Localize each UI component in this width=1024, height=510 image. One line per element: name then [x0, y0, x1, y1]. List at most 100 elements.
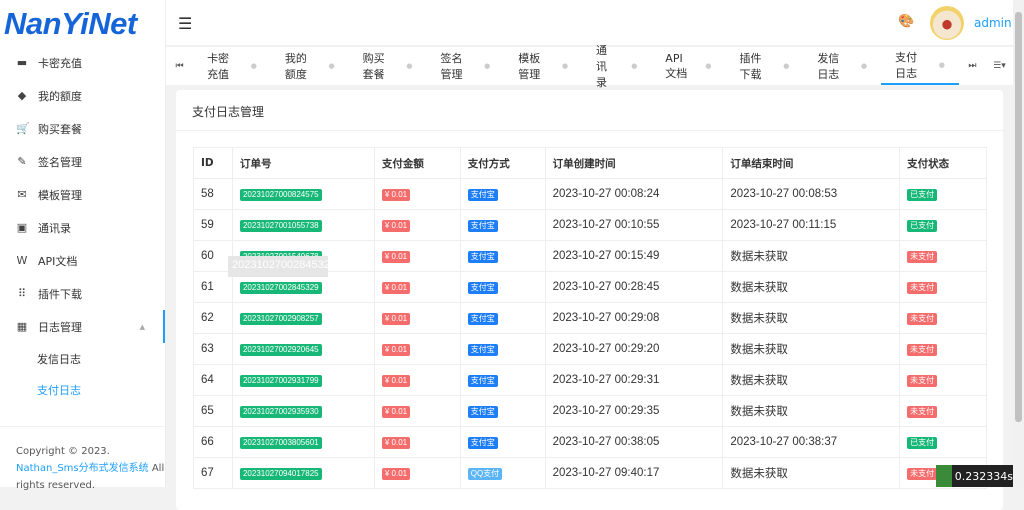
cube-icon: ◆: [17, 89, 27, 102]
ended-time-cell: 2023-10-27 00:38:37: [722, 426, 901, 458]
sidebar-item[interactable]: W API文档: [0, 244, 165, 277]
timer-text: 0.232334s: [954, 469, 1013, 483]
footer-link[interactable]: Nathan_Sms分布式发信系统: [16, 463, 149, 474]
created-time-cell: 2023-10-27 00:29:31: [544, 364, 724, 396]
tab-label: 卡密充值: [207, 52, 230, 81]
tab[interactable]: API文档 ●: [651, 47, 725, 85]
order-number-cell: 20231027003805601: [231, 426, 375, 458]
tab[interactable]: 购买套餐 ●: [349, 47, 427, 85]
close-icon[interactable]: ●: [861, 62, 867, 70]
status-badge: 已支付: [907, 436, 938, 449]
payment-method-badge: 支付宝: [467, 219, 498, 232]
payment-method-badge: 支付宝: [467, 188, 498, 201]
cart-icon: 🛒: [16, 122, 30, 135]
ended-time-cell: 数据未获取: [722, 457, 901, 489]
payment-method-badge: 支付宝: [467, 312, 498, 325]
status-badge: 已支付: [907, 188, 938, 201]
timer-badge: 0.232334s: [936, 465, 1013, 487]
copyright-text: Copyright © 2023.: [16, 446, 110, 457]
order-number: 20231027002845329: [239, 281, 322, 294]
id-cell-cell: 62: [193, 302, 233, 334]
order-number-cell: 20231027002931799: [231, 364, 375, 396]
tabs-menu-icon[interactable]: ☰▾: [986, 61, 1013, 71]
table-row: 58 20231027000824575 ¥ 0.01 支付宝 2023-10-27 0…: [193, 178, 987, 210]
amount-badge: ¥ 0.01: [381, 250, 411, 263]
username: admin: [974, 16, 1012, 30]
tab-label: 插件下载: [739, 52, 762, 81]
amount-badge-cell: ¥ 0.01: [373, 426, 461, 458]
tab[interactable]: 模板管理 ●: [504, 47, 582, 85]
column-header: ID: [193, 147, 233, 179]
tab[interactable]: 支付日志 ●: [881, 47, 959, 85]
close-icon[interactable]: ●: [562, 62, 568, 70]
tab[interactable]: 签名管理 ●: [426, 47, 504, 85]
tab-label: 我的额度: [284, 52, 307, 81]
tabs-prev-icon[interactable]: ⏮: [166, 61, 193, 71]
ended-time-cell: 数据未获取: [722, 271, 901, 303]
status-badge-cell: 未支付: [899, 395, 987, 427]
id-cell-cell: 64: [193, 364, 233, 396]
menu-toggle-icon[interactable]: ☰: [178, 14, 192, 33]
close-icon[interactable]: ●: [329, 62, 335, 70]
amount-badge-cell: ¥ 0.01: [373, 395, 461, 427]
table-row: 59 20231027001055738 ¥ 0.01 支付宝 2023-10-27 0…: [193, 209, 987, 241]
close-icon[interactable]: ●: [705, 62, 711, 70]
sidebar-item[interactable]: 🛒 购买套餐: [0, 112, 165, 145]
payment-method-badge-cell: 支付宝: [459, 209, 546, 241]
header: ☰ 🎨 admin ▾: [166, 0, 1024, 46]
sidebar-item-label: 签名管理: [38, 155, 82, 169]
sidebar-item[interactable]: ▬ 卡密充值: [0, 46, 165, 79]
table-row: 62 20231027002908257 ¥ 0.01 支付宝 2023-10-27 0…: [193, 302, 987, 334]
status-badge: 未支付: [907, 405, 938, 418]
avatar[interactable]: [930, 6, 964, 40]
tab-label: 支付日志: [895, 51, 918, 80]
close-icon[interactable]: ●: [484, 62, 490, 70]
tabs-next-icon[interactable]: ⏭: [959, 61, 986, 71]
tab[interactable]: 通讯录 ●: [582, 44, 651, 89]
amount-badge: ¥ 0.01: [381, 281, 411, 294]
sidebar-item[interactable]: ✉ 模板管理: [0, 178, 165, 211]
payment-log-card: 支付日志管理 ID 订单号 支付金额 支付方式 订单创建时间 订单结束时间 支付状态 58 2…: [176, 90, 1003, 510]
doc-icon: W: [16, 254, 28, 267]
close-icon[interactable]: ●: [406, 62, 412, 70]
ended-time-cell: 数据未获取: [722, 395, 901, 427]
tab[interactable]: 卡密充值 ●: [193, 47, 271, 85]
scrollbar[interactable]: [1013, 0, 1024, 487]
order-number-cell: 20231027001055738: [231, 209, 375, 241]
sidebar-item[interactable]: ⠿ 插件下载: [0, 277, 165, 310]
tab[interactable]: 发信日志 ●: [803, 47, 881, 85]
amount-badge-cell: ¥ 0.01: [373, 333, 461, 365]
payment-log-table: ID 订单号 支付金额 支付方式 订单创建时间 订单结束时间 支付状态 58 20231027…: [193, 147, 987, 489]
tab-label: 签名管理: [440, 52, 463, 81]
logo[interactable]: NanYiNet: [0, 0, 165, 46]
palette-icon[interactable]: 🎨: [898, 14, 914, 29]
close-icon[interactable]: ●: [783, 62, 789, 70]
created-time-cell: 2023-10-27 00:29:35: [544, 395, 724, 427]
sidebar-item[interactable]: ▣ 通讯录: [0, 211, 165, 244]
created-time-cell: 2023-10-27 00:15:49: [544, 240, 724, 272]
sidebar-item[interactable]: ◆ 我的额度: [0, 79, 165, 112]
sidebar-subitem[interactable]: 支付日志: [0, 374, 165, 405]
sidebar-subitem[interactable]: 发信日志: [0, 343, 165, 374]
tab[interactable]: 我的额度 ●: [271, 47, 349, 85]
sidebar: NanYiNet ▬ 卡密充值 ◆ 我的额度 🛒 购买套餐 ✎ 签名管理 ✉ 模板管理 ▣ 通讯录 W A…: [0, 0, 166, 491]
order-number-cell: 20231027002935930: [231, 395, 375, 427]
pen-icon: ✎: [17, 155, 27, 168]
card-icon: ▬: [16, 56, 28, 69]
close-icon[interactable]: ●: [631, 62, 637, 70]
column-header: 订单号: [231, 147, 375, 179]
chevron-up-icon: ▲: [139, 322, 145, 331]
order-number-cell: 20231027002920645: [231, 333, 375, 365]
id-cell-cell: 66: [193, 426, 233, 458]
sidebar-item[interactable]: ▦ 日志管理 ▲: [0, 310, 165, 343]
amount-badge: ¥ 0.01: [381, 436, 411, 449]
amount-badge: ¥ 0.01: [381, 312, 411, 325]
close-icon[interactable]: ●: [939, 61, 945, 69]
sidebar-item[interactable]: ✎ 签名管理: [0, 145, 165, 178]
id-cell-cell: 61: [193, 271, 233, 303]
sidebar-item-label: 插件下载: [38, 287, 82, 301]
tab[interactable]: 插件下载 ●: [726, 47, 804, 85]
id-cell-cell: 59: [193, 209, 233, 241]
scrollbar-thumb[interactable]: [1015, 12, 1022, 422]
close-icon[interactable]: ●: [251, 62, 257, 70]
